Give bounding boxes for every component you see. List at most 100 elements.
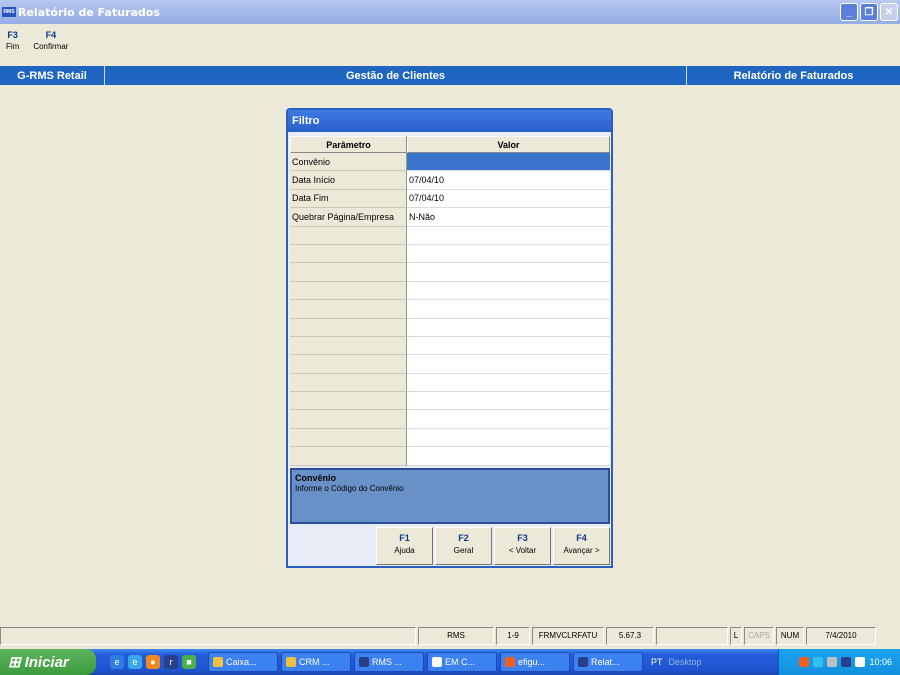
- task-button[interactable]: RMS ...: [354, 652, 424, 672]
- task-label: Relat...: [591, 657, 620, 667]
- help-title: Convênio: [295, 473, 337, 483]
- system-tray: 10:06: [778, 649, 900, 675]
- button-key: F1: [399, 533, 410, 543]
- param-cell: Quebrar Página/Empresa: [290, 208, 407, 227]
- maximize-button[interactable]: ❐: [860, 3, 878, 21]
- header-module: Gestão de Clientes: [105, 66, 687, 85]
- browser-icon[interactable]: e: [128, 655, 142, 669]
- fkey-label: Fim: [6, 42, 20, 51]
- task-button[interactable]: Relat...: [573, 652, 643, 672]
- grid-row-empty: [290, 263, 610, 282]
- param-cell: Data Fim: [290, 189, 407, 209]
- app-icon[interactable]: ■: [182, 655, 196, 669]
- back-button[interactable]: F3 < Voltar: [494, 527, 551, 565]
- folder-icon: [286, 657, 296, 667]
- value-cell[interactable]: [407, 153, 610, 172]
- word-icon: [432, 657, 442, 667]
- param-cell: Data Início: [290, 171, 407, 190]
- function-key-bar: F3 Fim F4 Confirmar: [6, 30, 68, 51]
- param-cell: Convênio: [290, 153, 407, 172]
- speaker-icon[interactable]: [827, 657, 838, 667]
- status-empty: [656, 626, 728, 645]
- network-icon[interactable]: [813, 657, 824, 667]
- task-button[interactable]: efigu...: [500, 652, 570, 672]
- task-list: Caixa... CRM ... RMS ... EM C... efigu..…: [208, 652, 643, 672]
- rms-icon: [578, 657, 588, 667]
- task-button[interactable]: Caixa...: [208, 652, 278, 672]
- help-panel: Convênio Informe o Código do Convênio: [290, 468, 610, 524]
- minimize-button[interactable]: _: [840, 3, 858, 21]
- firefox-icon: [505, 657, 515, 667]
- close-button[interactable]: ✕: [880, 3, 898, 21]
- task-button[interactable]: CRM ...: [281, 652, 351, 672]
- status-version: 5.67.3: [606, 626, 654, 645]
- value-cell[interactable]: 07/04/10: [407, 171, 610, 190]
- grid-row[interactable]: Data Início 07/04/10: [290, 171, 610, 190]
- keyboard-icon[interactable]: [855, 657, 866, 667]
- column-header-value: Valor: [407, 136, 610, 153]
- grid-row-empty: [290, 336, 610, 356]
- button-key: F4: [576, 533, 587, 543]
- language-indicator[interactable]: PT: [651, 657, 663, 667]
- task-button[interactable]: EM C...: [427, 652, 497, 672]
- rms-icon[interactable]: r: [164, 655, 178, 669]
- dialog-button-bar: F1 Ajuda F2 Geral F3 < Voltar F4 Avançar…: [290, 527, 610, 567]
- grid-row-empty: [290, 300, 610, 319]
- task-label: efigu...: [518, 657, 546, 667]
- window-title: Relatório de Faturados: [18, 5, 160, 19]
- task-label: CRM ...: [299, 657, 330, 667]
- fkey-key: F3: [7, 30, 18, 40]
- task-label: EM C...: [445, 657, 476, 667]
- grid-row-empty: [290, 447, 610, 466]
- filter-dialog: Filtro Parâmetro Valor Convênio Data Iní…: [286, 108, 613, 568]
- grid-row[interactable]: Convênio: [290, 153, 610, 172]
- task-label: RMS ...: [372, 657, 403, 667]
- rms-icon[interactable]: [841, 657, 852, 667]
- grid-row-empty: [290, 373, 610, 393]
- value-cell[interactable]: N-Não: [407, 208, 610, 227]
- quick-launch: e e ● r ■: [110, 655, 196, 669]
- grid-row-empty: [290, 410, 610, 429]
- status-date: 7/4/2010: [806, 626, 876, 645]
- task-label: Caixa...: [226, 657, 257, 667]
- status-l: L: [730, 626, 742, 645]
- header-screen: Relatório de Faturados: [733, 69, 854, 82]
- windows-logo-icon: ⊞: [8, 654, 21, 671]
- help-text: Informe o Código do Convênio: [295, 484, 404, 493]
- clock[interactable]: 10:06: [869, 657, 892, 667]
- grid-row-empty: [290, 226, 610, 245]
- start-label: Iniciar: [24, 653, 69, 671]
- status-range: 1-9: [496, 626, 530, 645]
- rms-icon: [359, 657, 369, 667]
- column-header-param: Parâmetro: [290, 136, 407, 153]
- help-button[interactable]: F1 Ajuda: [376, 527, 433, 565]
- status-num: NUM: [776, 626, 804, 645]
- status-app: RMS: [418, 626, 494, 645]
- grid-row-empty: [290, 428, 610, 448]
- grid-row-empty: [290, 392, 610, 411]
- firefox-icon[interactable]: [799, 657, 810, 667]
- taskbar: ⊞ Iniciar e e ● r ■ Caixa... CRM ... RMS…: [0, 649, 900, 675]
- media-icon[interactable]: ●: [146, 655, 160, 669]
- browser-icon[interactable]: e: [110, 655, 124, 669]
- app-logo-icon: RMS: [2, 7, 16, 17]
- grid-row[interactable]: Quebrar Página/Empresa N-Não: [290, 208, 610, 227]
- fkey-confirmar[interactable]: F4 Confirmar: [33, 30, 68, 51]
- value-cell[interactable]: 07/04/10: [407, 189, 610, 209]
- grid-row-empty: [290, 355, 610, 374]
- title-bar[interactable]: RMS Relatório de Faturados _ ❐ ✕: [0, 0, 900, 24]
- general-button[interactable]: F2 Geral: [435, 527, 492, 565]
- grid-row[interactable]: Data Fim 07/04/10: [290, 189, 610, 209]
- button-label: Avançar >: [563, 546, 600, 555]
- grid-row-empty: [290, 244, 610, 264]
- parameter-grid: Parâmetro Valor Convênio Data Início 07/…: [290, 136, 610, 466]
- status-message: [0, 626, 416, 645]
- next-button[interactable]: F4 Avançar >: [553, 527, 610, 565]
- status-bar: RMS 1-9 FRMVCLRFATU 5.67.3 L CAPS NUM 7/…: [0, 625, 900, 646]
- start-button[interactable]: ⊞ Iniciar: [0, 649, 96, 675]
- desktop-toolbar[interactable]: Desktop: [669, 657, 702, 667]
- header-system: G-RMS Retail: [0, 66, 105, 85]
- fkey-fim[interactable]: F3 Fim: [6, 30, 19, 51]
- button-label: Geral: [453, 546, 474, 555]
- fkey-key: F4: [45, 30, 57, 40]
